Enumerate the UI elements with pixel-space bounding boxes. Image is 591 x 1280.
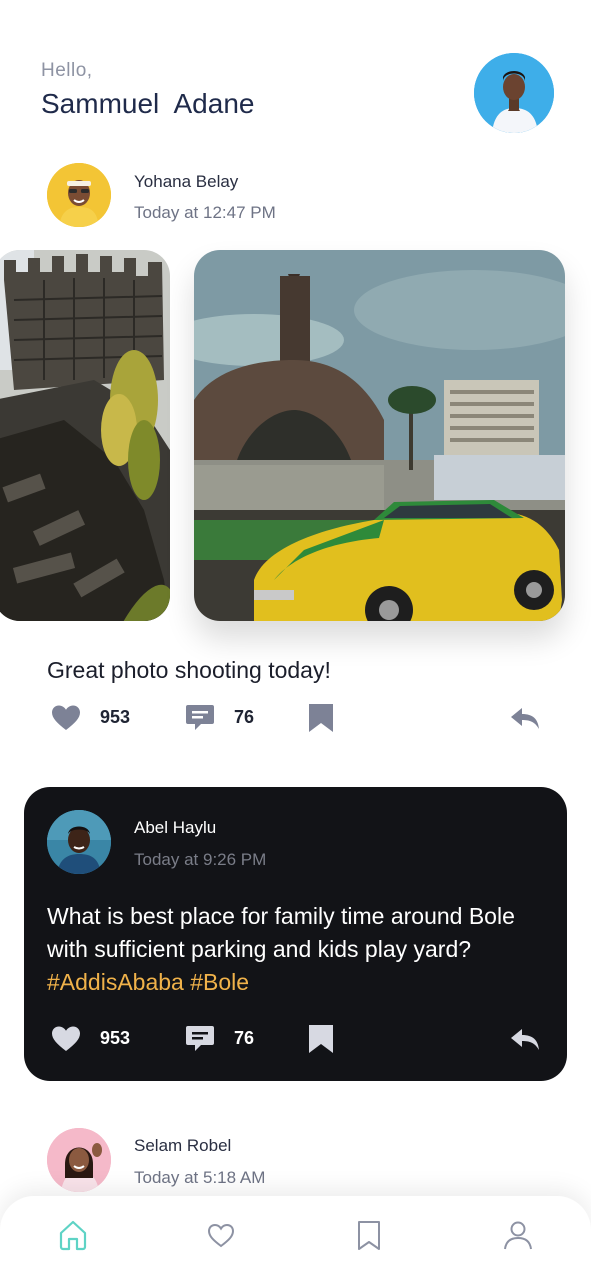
post-actions: 953 76 — [0, 698, 591, 738]
bookmark-icon[interactable] — [352, 1218, 386, 1252]
post-photo-tower[interactable] — [0, 250, 170, 621]
author-name[interactable]: Abel Haylu — [134, 818, 216, 838]
heart-icon[interactable] — [51, 704, 81, 732]
user-name: Sammuel Adane — [41, 88, 255, 119]
post-text: Great photo shooting today! — [47, 657, 331, 683]
author-avatar[interactable] — [47, 810, 111, 874]
post-timestamp: Today at 12:47 PM — [134, 203, 276, 222]
post-timestamp: Today at 9:26 PM — [134, 850, 267, 869]
post-timestamp: Today at 5:18 AM — [134, 1168, 266, 1187]
author-name[interactable]: Selam Robel — [134, 1136, 231, 1156]
reply-icon[interactable] — [510, 704, 540, 732]
home-icon[interactable] — [56, 1218, 90, 1252]
comment-icon[interactable] — [185, 704, 215, 732]
like-count: 953 — [100, 707, 131, 727]
profile-avatar[interactable] — [474, 53, 554, 133]
comment-icon[interactable] — [185, 1025, 215, 1053]
heart-icon[interactable] — [204, 1218, 238, 1252]
post-actions: 953 76 — [0, 1019, 591, 1059]
post-text: What is best place for family time aroun… — [47, 900, 537, 999]
like-count: 953 — [100, 1028, 131, 1048]
heart-icon[interactable] — [51, 1025, 81, 1053]
bottom-navigation — [0, 1196, 591, 1280]
bookmark-icon[interactable] — [307, 704, 337, 732]
comment-count: 76 — [234, 1028, 255, 1048]
post-body: What is best place for family time aroun… — [47, 903, 515, 962]
author-avatar[interactable] — [47, 163, 111, 227]
greeting-label: Hello, — [41, 60, 93, 81]
reply-icon[interactable] — [510, 1025, 540, 1053]
author-name[interactable]: Yohana Belay — [134, 172, 238, 192]
post-photo-street[interactable] — [194, 250, 565, 621]
bookmark-icon[interactable] — [307, 1025, 337, 1053]
hashtags[interactable]: #AddisAbaba #Bole — [47, 969, 249, 995]
author-avatar[interactable] — [47, 1128, 111, 1192]
profile-icon[interactable] — [501, 1218, 535, 1252]
comment-count: 76 — [234, 707, 255, 727]
